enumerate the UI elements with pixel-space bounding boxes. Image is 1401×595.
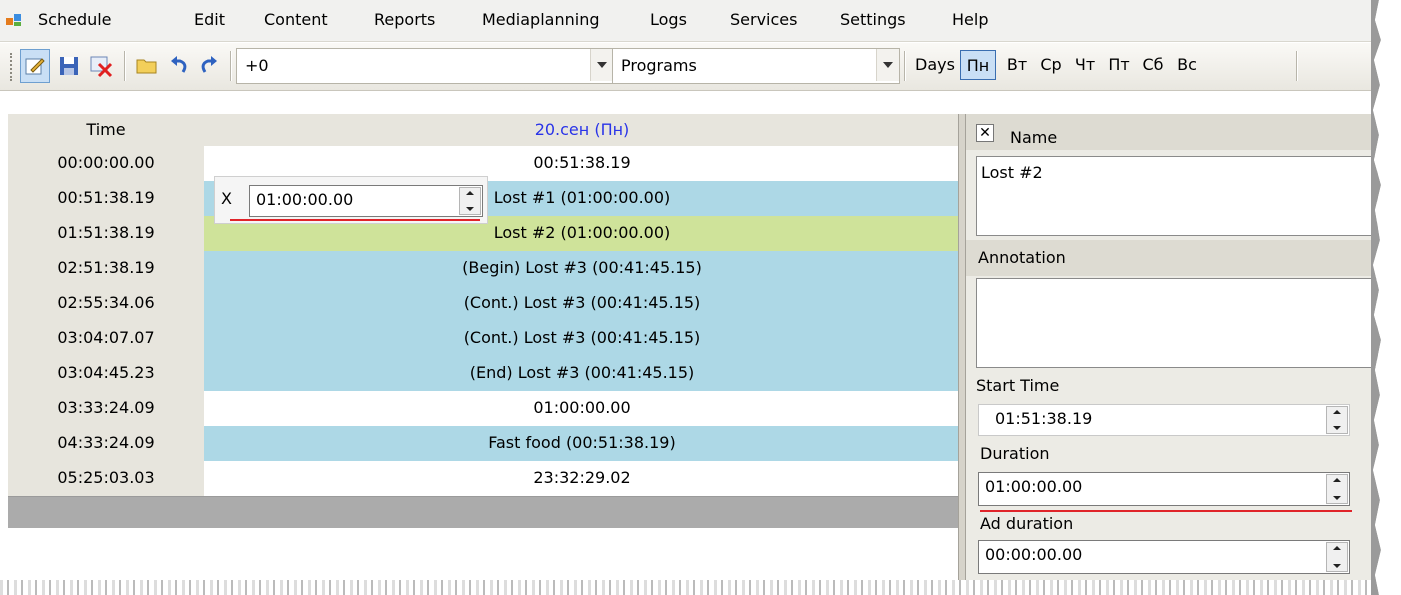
day-wed[interactable]: Ср xyxy=(1036,50,1066,80)
torn-right-edge xyxy=(1371,0,1401,595)
duration-value: 01:00:00.00 xyxy=(985,477,1083,496)
date-column-header[interactable]: 20.сен (Пн) xyxy=(204,114,961,147)
time-cell[interactable]: 00:51:38.19 xyxy=(8,181,205,217)
time-cell[interactable]: 03:33:24.09 xyxy=(8,391,205,427)
highlight-underline xyxy=(980,510,1352,512)
name-label: Name xyxy=(1010,128,1058,147)
toolbar-grip[interactable] xyxy=(10,53,14,81)
days-label: Days xyxy=(915,55,955,74)
duration-input[interactable]: 01:00:00.00 xyxy=(978,472,1350,506)
undo-button[interactable] xyxy=(164,49,194,83)
view-combo[interactable]: Programs xyxy=(612,48,900,84)
table-row[interactable]: 03:04:07.07 (Cont.) Lost #3 (00:41:45.15) xyxy=(8,321,960,357)
duration-inline-input[interactable]: 01:00:00.00 xyxy=(249,185,483,217)
time-cell[interactable]: 04:33:24.09 xyxy=(8,426,205,462)
time-cell[interactable]: 00:00:00.00 xyxy=(8,146,205,182)
ad-duration-input[interactable]: 00:00:00.00 xyxy=(978,540,1350,574)
program-cell[interactable]: (End) Lost #3 (00:41:45.15) xyxy=(204,356,960,392)
name-value: Lost #2 xyxy=(981,163,1043,182)
day-tue[interactable]: Вт xyxy=(1002,50,1032,80)
panel-splitter[interactable] xyxy=(958,114,966,595)
undo-icon xyxy=(171,56,187,73)
spin-buttons-icon[interactable] xyxy=(1326,406,1348,434)
program-cell[interactable]: Fast food (00:51:38.19) xyxy=(204,426,960,462)
chevron-down-icon[interactable] xyxy=(590,49,613,81)
offset-combo[interactable]: +0 xyxy=(236,48,614,84)
table-row[interactable]: 02:51:38.19 (Begin) Lost #3 (00:41:45.15) xyxy=(8,251,960,287)
ad-duration-label: Ad duration xyxy=(980,514,1074,533)
day-mon[interactable]: Пн xyxy=(960,50,996,80)
time-cell[interactable]: 02:55:34.06 xyxy=(8,286,205,322)
annotation-label: Annotation xyxy=(978,248,1066,267)
edit-button[interactable] xyxy=(20,49,50,83)
view-value: Programs xyxy=(621,56,697,75)
program-cell[interactable]: (Cont.) Lost #3 (00:41:45.15) xyxy=(204,286,960,322)
day-fri[interactable]: Пт xyxy=(1104,50,1134,80)
day-thu[interactable]: Чт xyxy=(1070,50,1100,80)
annotation-field[interactable] xyxy=(976,278,1378,368)
save-button[interactable] xyxy=(54,49,84,83)
table-row[interactable]: 02:55:34.06 (Cont.) Lost #3 (00:41:45.15) xyxy=(8,286,960,322)
menu-edit[interactable]: Edit xyxy=(194,10,225,29)
toolbar: +0 Programs Days Пн Вт Ср Чт Пт Сб Вс xyxy=(0,43,1375,91)
menu-bar: Schedule Edit Content Reports Mediaplann… xyxy=(0,0,1375,42)
properties-panel: ✕ Name Lost #2 Annotation Start Time 01:… xyxy=(966,114,1378,595)
duration-inline-editor: X 01:00:00.00 xyxy=(214,176,488,224)
day-sun[interactable]: Вс xyxy=(1172,50,1202,80)
redo-button[interactable] xyxy=(194,49,224,83)
menu-services[interactable]: Services xyxy=(730,10,797,29)
table-row[interactable]: 04:33:24.09 Fast food (00:51:38.19) xyxy=(8,426,960,462)
menu-mediaplanning[interactable]: Mediaplanning xyxy=(482,10,599,29)
close-icon[interactable]: X xyxy=(221,189,232,208)
menu-content[interactable]: Content xyxy=(264,10,328,29)
edit-icon xyxy=(25,58,45,75)
program-cell[interactable]: (Cont.) Lost #3 (00:41:45.15) xyxy=(204,321,960,357)
save-icon xyxy=(60,57,78,75)
delete-icon xyxy=(90,56,113,78)
chevron-down-icon[interactable] xyxy=(876,49,899,81)
spin-buttons-icon[interactable] xyxy=(1326,542,1348,572)
redo-icon xyxy=(201,56,217,73)
open-folder-icon xyxy=(136,59,157,74)
menu-settings[interactable]: Settings xyxy=(840,10,906,29)
duration-inline-value: 01:00:00.00 xyxy=(256,190,354,209)
app-icon xyxy=(6,14,21,26)
menu-logs[interactable]: Logs xyxy=(650,10,687,29)
menu-reports[interactable]: Reports xyxy=(374,10,435,29)
table-row[interactable]: 03:33:24.09 01:00:00.00 xyxy=(8,391,960,427)
table-row[interactable]: 03:04:45.23 (End) Lost #3 (00:41:45.15) xyxy=(8,356,960,392)
day-sat[interactable]: Сб xyxy=(1138,50,1168,80)
time-column-header[interactable]: Time xyxy=(8,114,205,147)
time-cell[interactable]: 05:25:03.03 xyxy=(8,461,205,497)
ad-duration-value: 00:00:00.00 xyxy=(985,545,1083,564)
menu-schedule[interactable]: Schedule xyxy=(38,10,112,29)
program-cell[interactable]: 01:00:00.00 xyxy=(204,391,960,427)
duration-label: Duration xyxy=(980,444,1050,463)
open-button[interactable] xyxy=(132,49,162,83)
name-field[interactable]: Lost #2 xyxy=(976,156,1378,236)
start-time-value: 01:51:38.19 xyxy=(995,409,1093,428)
program-cell[interactable]: (Begin) Lost #3 (00:41:45.15) xyxy=(204,251,960,287)
spin-buttons-icon[interactable] xyxy=(1326,474,1348,504)
delete-button[interactable] xyxy=(86,49,116,83)
time-cell[interactable]: 03:04:45.23 xyxy=(8,356,205,392)
time-cell[interactable]: 01:51:38.19 xyxy=(8,216,205,252)
start-time-label: Start Time xyxy=(976,376,1060,395)
menu-help[interactable]: Help xyxy=(952,10,988,29)
program-cell[interactable]: 23:32:29.02 xyxy=(204,461,960,497)
spin-buttons-icon[interactable] xyxy=(459,187,481,215)
time-cell[interactable]: 02:51:38.19 xyxy=(8,251,205,287)
offset-value: +0 xyxy=(245,56,269,75)
table-row[interactable]: 05:25:03.03 23:32:29.02 xyxy=(8,461,960,497)
highlight-underline xyxy=(230,219,480,221)
close-icon[interactable]: ✕ xyxy=(976,124,994,142)
time-cell[interactable]: 03:04:07.07 xyxy=(8,321,205,357)
torn-bottom-edge xyxy=(0,580,1376,595)
start-time-input[interactable]: 01:51:38.19 xyxy=(978,404,1350,436)
